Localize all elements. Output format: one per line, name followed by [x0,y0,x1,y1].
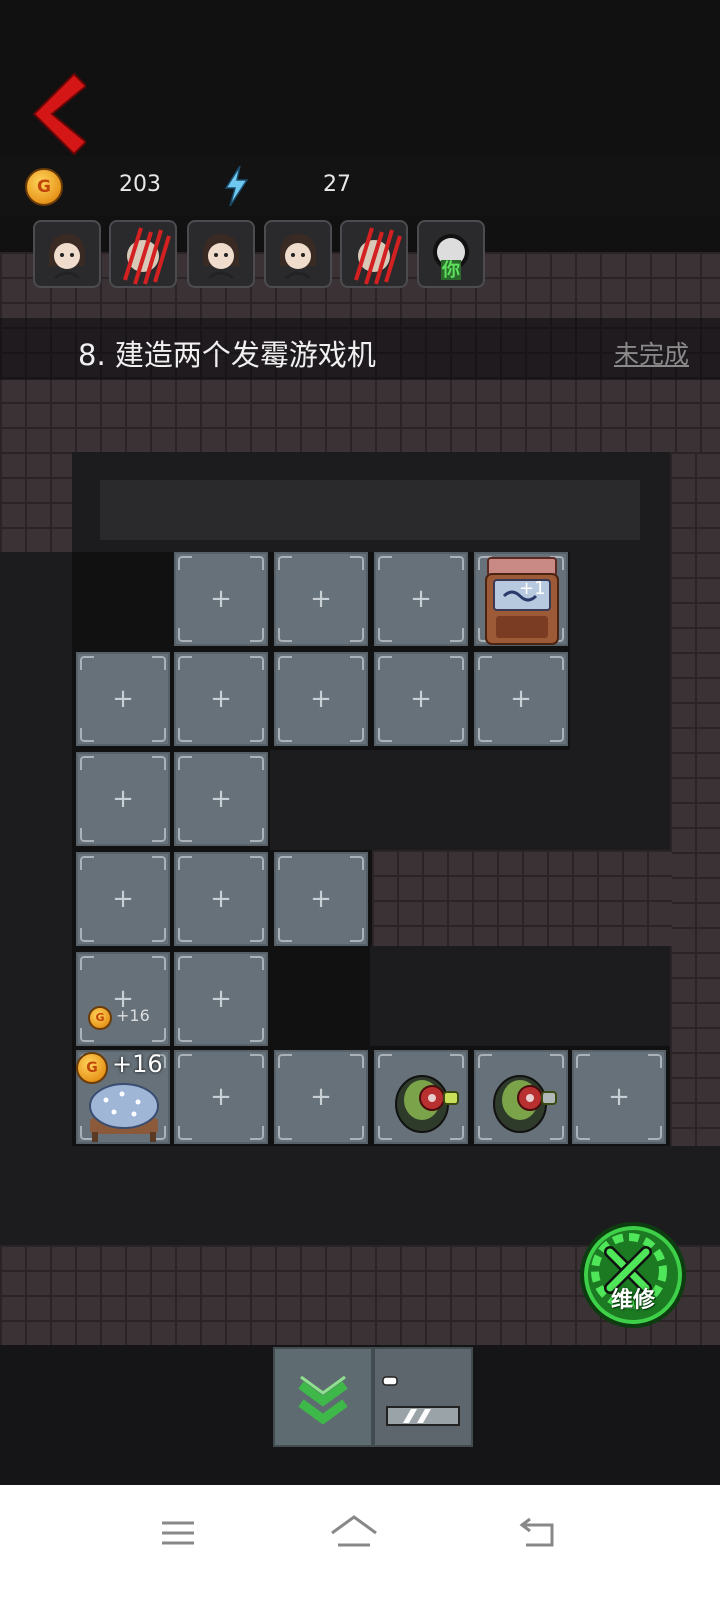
lightning-bolt-icon [222,165,250,207]
empty-build-tile[interactable]: + [76,752,170,846]
player-label: 你 [442,260,460,281]
plus-icon: + [310,684,332,714]
girl-face-icon [203,234,239,280]
claw-scratch-icon [123,227,171,285]
empty-build-tile[interactable]: + [374,552,468,646]
plus-icon: + [210,584,232,614]
small-coin-icon: G [88,1006,112,1030]
return-icon [519,1517,554,1547]
girl-face-icon [280,234,316,280]
empty-build-tile[interactable]: + [274,552,368,646]
plus-icon: + [310,584,332,614]
empty-build-tile[interactable]: + [174,952,268,1046]
character-slot[interactable] [109,220,177,288]
hud-bar [0,156,720,216]
arcade-bonus-text: +1 [519,578,546,599]
empty-build-tile[interactable]: + [174,652,268,746]
door-button[interactable] [373,1347,473,1447]
bed-coin-icon: G [76,1052,108,1084]
repair-label: 维修 [610,1288,655,1313]
plus-icon: + [210,984,232,1014]
moldy-arcade-machine[interactable] [482,556,562,646]
door-icon [382,1376,460,1426]
plus-icon: + [210,784,232,814]
double-chevron-down-icon [298,1375,348,1425]
game-screen: + + + + + + + + + + + + + + + + + + +1 G +16 G +16 [0,0,720,1515]
arcade-machine-icon [485,557,559,645]
plus-icon: + [210,684,232,714]
empty-build-tile[interactable]: + [174,852,268,946]
home-icon [331,1515,377,1547]
hamburger-icon [162,1521,194,1545]
generator-machine-2[interactable] [490,1070,560,1136]
coin-icon: G [25,168,63,206]
home-button[interactable] [324,1503,384,1563]
menu-button[interactable] [148,1503,208,1563]
empty-build-tile[interactable]: + [76,952,170,1046]
plus-icon: + [410,584,432,614]
empty-build-tile[interactable]: + [76,852,170,946]
plus-icon: + [310,884,332,914]
plus-icon: + [210,884,232,914]
empty-build-tile[interactable]: + [76,652,170,746]
system-nav-bar [0,1485,720,1600]
brick-wall-mid [372,850,672,946]
brick-wall-left [0,452,72,552]
character-slot[interactable] [33,220,101,288]
room-wall-right-strip [570,552,670,752]
generator-icon [395,1075,459,1133]
task-status-link[interactable]: 未完成 [614,335,689,371]
empty-build-tile[interactable]: + [174,552,268,646]
room-wall-corridor [270,750,670,850]
small-coin-text: +16 [116,1006,150,1025]
bed-coin-text: +16 [112,1050,163,1078]
character-slot[interactable]: 你 [417,220,485,288]
energy-count: 27 [323,172,351,197]
generator-machine-1[interactable] [392,1070,462,1136]
empty-build-tile[interactable]: + [274,652,368,746]
task-text: 8. 建造两个发霉游戏机 [78,338,376,372]
coin-count: 203 [119,172,161,197]
plus-icon: + [112,784,134,814]
empty-build-tile[interactable]: + [274,852,368,946]
plus-icon: + [608,1082,630,1112]
room-wall-left [0,552,72,1245]
character-slot[interactable] [264,220,332,288]
girl-face-icon [49,234,85,280]
character-slot[interactable] [340,220,408,288]
generator-icon [493,1075,557,1133]
plus-icon: + [112,884,134,914]
collapse-button[interactable] [273,1347,373,1447]
room-wall-edge [100,480,640,540]
plus-icon: + [310,1082,332,1112]
back-nav-button[interactable] [508,1503,568,1563]
back-arrow-icon [32,72,88,156]
claw-scratch-icon [354,227,402,285]
empty-build-tile[interactable]: + [174,1050,268,1144]
repair-button[interactable]: 维修 [580,1222,686,1328]
plus-icon: + [210,1082,232,1112]
empty-build-tile[interactable]: + [572,1050,666,1144]
empty-build-tile[interactable]: + [274,1050,368,1144]
character-slot[interactable] [187,220,255,288]
plus-icon: + [112,684,134,714]
empty-build-tile[interactable]: + [374,652,468,746]
empty-build-tile[interactable]: + [474,652,568,746]
room-wall-corridor2 [370,946,670,1046]
plus-icon: + [510,684,532,714]
back-button[interactable] [30,72,88,156]
plus-icon: + [410,684,432,714]
empty-build-tile[interactable]: + [174,752,268,846]
